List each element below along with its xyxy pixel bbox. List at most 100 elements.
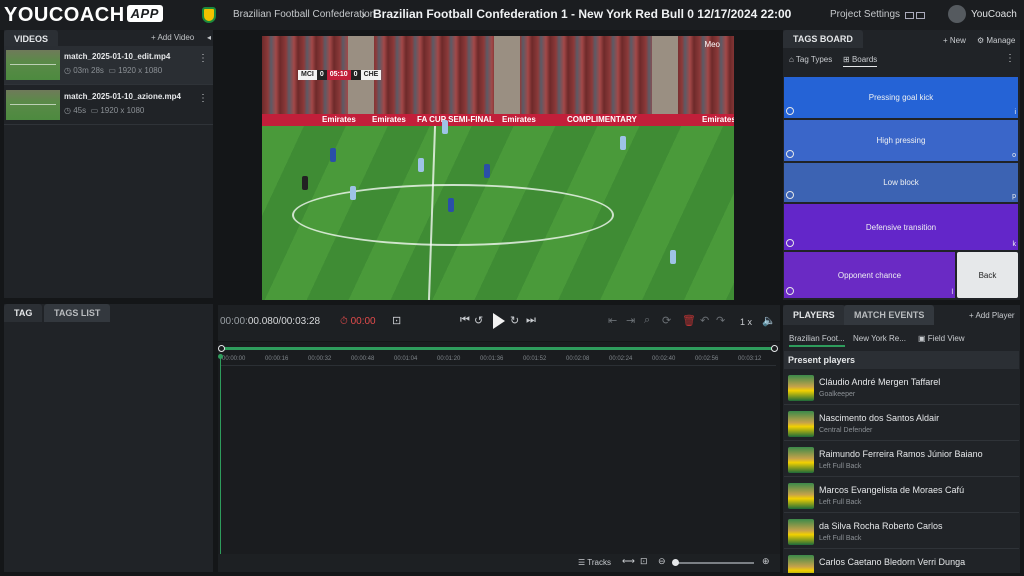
tab-boards[interactable]: ⊞ Boards — [843, 55, 878, 67]
center-circle — [292, 184, 614, 246]
mark-out-icon[interactable]: ⇥ — [626, 314, 635, 327]
away-score: 0 — [350, 70, 361, 80]
breadcrumb-team[interactable]: Brazilian Football Confederation — [233, 9, 375, 20]
tag-button-pressing-goal-kick[interactable]: Pressing goal kick i — [784, 77, 1018, 118]
tag-button-low-block[interactable]: Low block p — [784, 163, 1018, 202]
zoom-clip-icon[interactable]: ⌕ — [644, 314, 650, 327]
video-item[interactable]: match_2025-01-10_edit.mp4 ◷ 03m 28s ▭ 19… — [4, 46, 213, 85]
snapshot-icon[interactable]: ⊡ — [392, 314, 401, 327]
team-tab-away[interactable]: New York Re... — [853, 334, 906, 343]
video-frame[interactable]: Emirates Emirates FA CUP SEMI-FINAL Emir… — [262, 36, 734, 300]
skip-back-icon[interactable]: ⏮ — [460, 314, 470, 327]
tag-panel: TAG TAGS LIST — [4, 304, 213, 572]
tab-tag-types[interactable]: ⌂ Tag Types — [789, 55, 832, 64]
delete-icon[interactable]: 🗑 — [682, 314, 696, 327]
player-row[interactable]: Raimundo Ferreira Ramos Júnior Baiano Lef… — [784, 442, 1019, 477]
add-video-button[interactable]: + Add Video — [151, 33, 194, 42]
shortcut-key: k — [1012, 241, 1017, 248]
user-avatar[interactable] — [948, 5, 966, 23]
player-row[interactable]: Marcos Evangelista de Moraes Cafú Left Fu… — [784, 478, 1019, 513]
tick-label: 00:01:04 — [394, 356, 418, 362]
video-filename: match_2025-01-10_azione.mp4 — [64, 92, 181, 101]
chevron-right-icon: › — [361, 6, 366, 22]
player-row[interactable]: Carlos Caetano Bledorn Verri Dunga — [784, 550, 1019, 573]
timeline[interactable]: 00:00:00 00:00:16 00:00:32 00:00:48 00:0… — [218, 342, 780, 554]
tag-icon: ⌂ — [789, 55, 796, 64]
video-meta: ◷ 03m 28s ▭ 1920 x 1080 — [64, 66, 162, 75]
player-name: Marcos Evangelista de Moraes Cafú — [819, 485, 965, 495]
tab-players[interactable]: PLAYERS — [783, 305, 845, 325]
tab-tags-list[interactable]: TAGS LIST — [44, 304, 111, 322]
playback-speed[interactable]: 1 x — [740, 317, 752, 327]
new-tag-button[interactable]: + New — [943, 36, 966, 45]
home-team: MCI — [298, 70, 317, 80]
mark-in-icon[interactable]: ⇤ — [608, 314, 617, 327]
tick-label: 00:03:12 — [738, 356, 762, 362]
tab-tag[interactable]: TAG — [4, 304, 43, 322]
team-tab-home[interactable]: Brazilian Foot... — [789, 334, 845, 347]
playback-controls: 00:00:00.080/00:03:28 ⏱ 00:00 ⊡ ⏮ ↺ ↻ ⏭ … — [218, 305, 780, 341]
play-circle-icon[interactable] — [786, 107, 794, 115]
play-circle-icon[interactable] — [786, 287, 794, 295]
tracks-button[interactable]: ☰ Tracks — [578, 558, 611, 567]
broadcaster-watermark: Meo — [704, 40, 720, 49]
tag-button-opponent-chance[interactable]: Opponent chance l — [784, 252, 955, 298]
tab-match-events[interactable]: MATCH EVENTS — [844, 305, 935, 325]
manage-tags-button[interactable]: ⚙ Manage — [977, 36, 1015, 45]
more-options-icon[interactable]: ⋮ — [198, 53, 208, 64]
volume-icon[interactable]: 🔈 — [762, 314, 776, 327]
loop-icon[interactable]: ⟳ — [662, 314, 671, 327]
more-options-icon[interactable]: ⋮ — [198, 93, 208, 104]
project-settings-link[interactable]: Project Settings — [830, 9, 900, 20]
zoom-slider-track[interactable] — [674, 562, 754, 564]
fit-zoom-icon[interactable]: ⊡ — [640, 556, 648, 567]
tag-button-defensive-transition[interactable]: Defensive transition k — [784, 204, 1018, 250]
player-role: Left Full Back — [819, 463, 862, 470]
zoom-in-icon[interactable]: ⊕ — [762, 556, 770, 567]
player-figure — [448, 198, 454, 212]
collapse-panel-icon[interactable]: ◂ — [207, 33, 211, 42]
play-circle-icon[interactable] — [786, 239, 794, 247]
video-item[interactable]: match_2025-01-10_azione.mp4 ◷ 45s ▭ 1920… — [4, 86, 213, 125]
player-row[interactable]: Cláudio André Mergen Taffarel Goalkeeper — [784, 370, 1019, 405]
player-avatar — [788, 447, 814, 473]
tracks-icon: ☰ — [578, 558, 588, 567]
screen-layout-icon[interactable] — [905, 10, 927, 19]
back-button[interactable]: Back — [957, 252, 1018, 298]
player-row[interactable]: Nascimento dos Santos Aldair Central Defe… — [784, 406, 1019, 441]
timeline-range-slider[interactable] — [218, 345, 778, 352]
user-name[interactable]: YouCoach — [971, 9, 1017, 20]
fit-width-icon[interactable]: ⟷ — [622, 556, 635, 567]
play-circle-icon[interactable] — [786, 150, 794, 158]
field-view-button[interactable]: ▣ Field View — [918, 334, 965, 343]
tag-label: Low block — [883, 178, 919, 187]
redo-icon[interactable]: ↷ — [716, 314, 725, 327]
playhead[interactable] — [218, 354, 223, 554]
video-resolution: ▭ 1920 x 1080 — [108, 66, 163, 75]
tick-label: 00:00:16 — [265, 356, 289, 362]
timecode: 00:00:00.080/00:03:28 — [220, 316, 320, 327]
add-player-button[interactable]: + Add Player — [969, 311, 1015, 320]
player-role: Goalkeeper — [819, 391, 856, 398]
zoom-out-icon[interactable]: ⊖ — [658, 556, 666, 567]
zoom-slider-handle[interactable] — [672, 559, 679, 566]
player-role: Central Defender — [819, 427, 873, 434]
tab-tags-board[interactable]: TAGS BOARD — [783, 30, 863, 48]
undo-icon[interactable]: ↶ — [700, 314, 709, 327]
skip-forward-icon[interactable]: ⏭ — [526, 314, 536, 327]
player-name: Nascimento dos Santos Aldair — [819, 413, 940, 423]
app-logo[interactable]: YOUCOACH APP — [4, 4, 163, 27]
stand-stairs — [652, 36, 678, 114]
away-team: CHE — [360, 70, 382, 80]
play-circle-icon[interactable] — [786, 191, 794, 199]
play-icon[interactable] — [493, 313, 505, 329]
rewind-icon[interactable]: ↺ — [474, 314, 483, 327]
player-row[interactable]: da Silva Rocha Roberto Carlos Left Full B… — [784, 514, 1019, 549]
player-avatar — [788, 519, 814, 545]
tick-label: 00:01:52 — [523, 356, 547, 362]
forward-icon[interactable]: ↻ — [510, 314, 519, 327]
stopwatch[interactable]: ⏱ 00:00 — [340, 316, 376, 327]
tag-button-high-pressing[interactable]: High pressing o — [784, 120, 1018, 161]
time-current: 00.080 — [247, 316, 279, 327]
more-options-icon[interactable]: ⋮ — [1005, 53, 1015, 64]
